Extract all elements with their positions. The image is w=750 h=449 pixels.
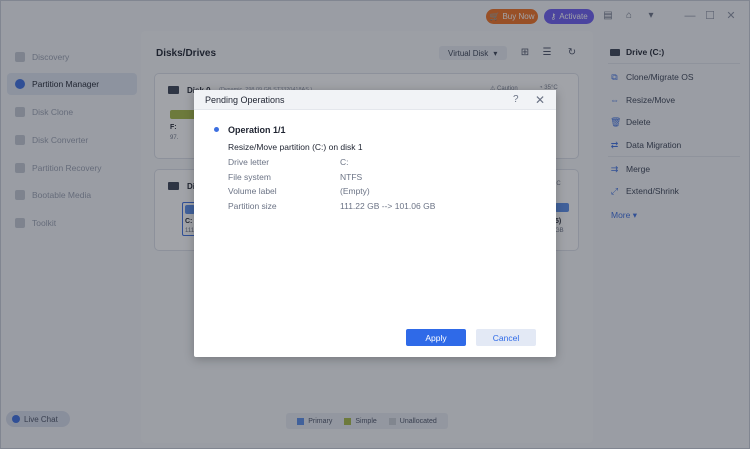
cancel-button[interactable]: Cancel: [476, 329, 536, 346]
detail-row: File system NTFS: [228, 172, 528, 184]
detail-label: Volume label: [228, 186, 277, 196]
dialog-header: Pending Operations ? ✕: [194, 90, 556, 110]
apply-button[interactable]: Apply: [406, 329, 466, 346]
detail-row: Volume label (Empty): [228, 186, 528, 198]
help-icon[interactable]: ?: [513, 94, 519, 105]
detail-label: Partition size: [228, 201, 277, 211]
pending-operations-dialog: Pending Operations ? ✕ Operation 1/1 Res…: [194, 90, 556, 357]
detail-row: Partition size 111.22 GB --> 101.06 GB: [228, 201, 528, 213]
operation-description: Resize/Move partition (C:) on disk 1: [228, 142, 363, 152]
detail-label: File system: [228, 172, 271, 182]
detail-value: 111.22 GB --> 101.06 GB: [340, 201, 436, 211]
detail-row: Drive letter C:: [228, 157, 528, 169]
detail-value: C:: [340, 157, 349, 167]
operation-title: Operation 1/1: [228, 125, 286, 135]
detail-value: (Empty): [340, 186, 370, 196]
close-icon[interactable]: ✕: [535, 93, 545, 107]
detail-label: Drive letter: [228, 157, 270, 167]
dialog-title: Pending Operations: [205, 95, 285, 105]
operation-bullet-icon: [214, 127, 219, 132]
detail-value: NTFS: [340, 172, 363, 182]
